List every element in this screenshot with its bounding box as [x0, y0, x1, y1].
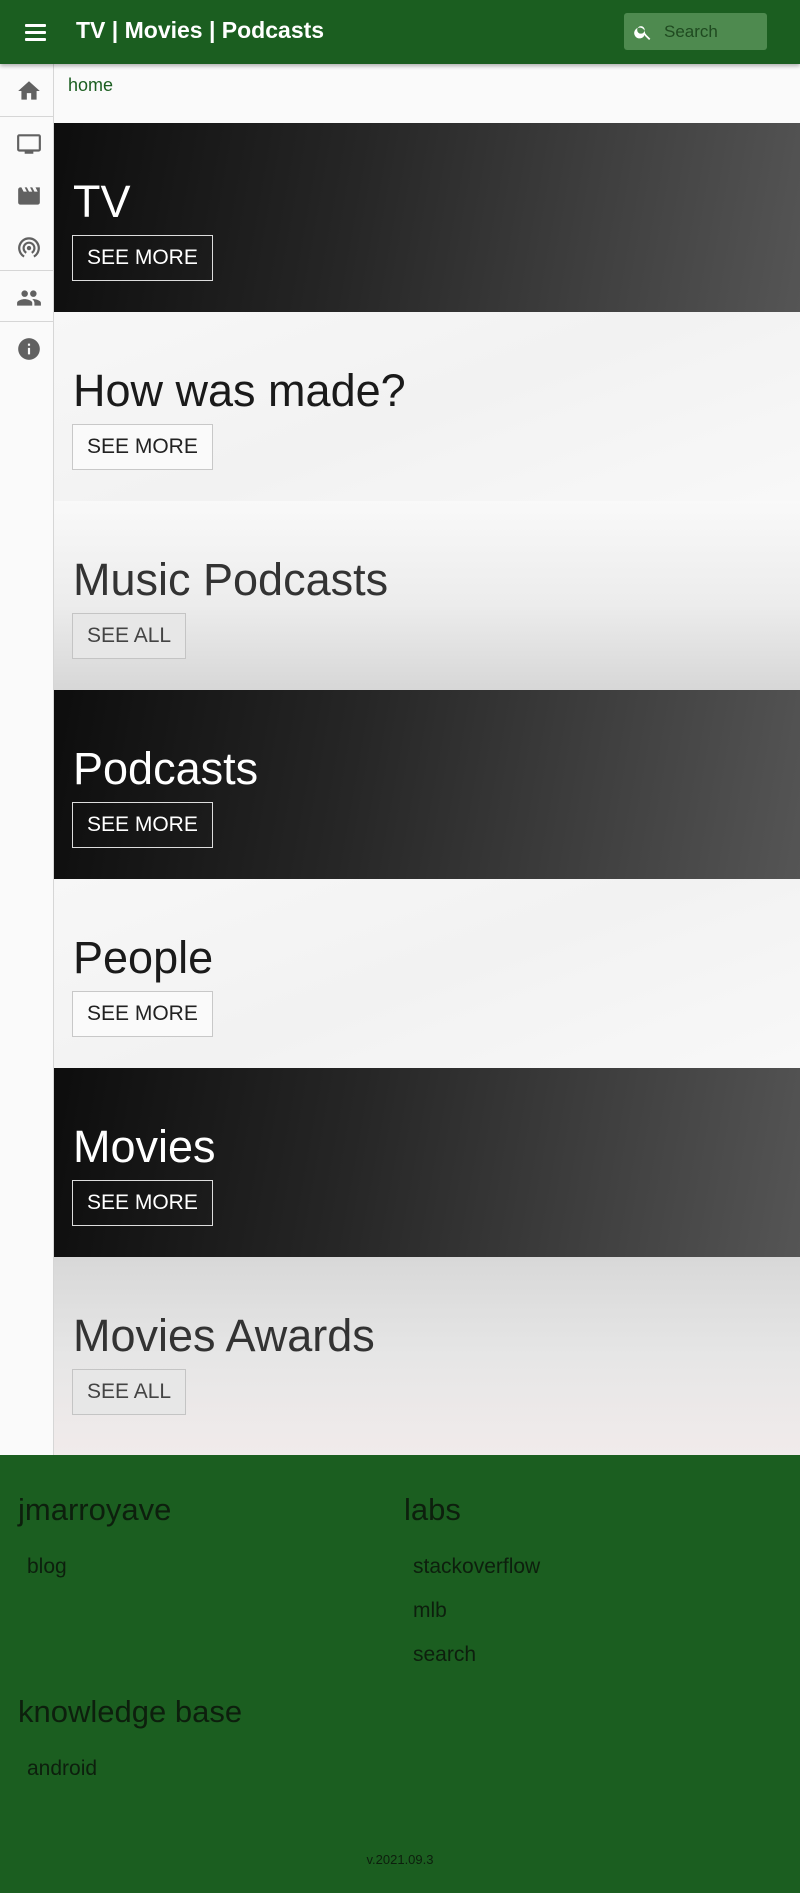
footer-heading: labs [404, 1492, 461, 1527]
footer-link-stackoverflow[interactable]: stackoverflow [413, 1555, 540, 1578]
search-box[interactable] [624, 13, 767, 50]
section-title: Movies [73, 1121, 216, 1172]
footer-column-labs: labs stackoverflow mlb search [404, 1494, 540, 1677]
rail-item-home[interactable] [0, 64, 54, 114]
footer-link-mlb[interactable]: mlb [413, 1599, 447, 1622]
app-title: TV | Movies | Podcasts [76, 17, 325, 43]
section-title: Movies Awards [73, 1310, 375, 1361]
tv-icon [17, 134, 41, 154]
footer-column-knowledge-base: knowledge base android [18, 1696, 242, 1791]
section-movies-awards: Movies Awards SEE ALL [54, 1257, 800, 1455]
movie-clapper-icon [18, 187, 40, 205]
version-label: v.2021.09.3 [366, 1852, 434, 1867]
see-more-button[interactable]: SEE MORE [72, 424, 213, 470]
section-title: People [73, 932, 214, 983]
rail-item-tv[interactable] [0, 117, 54, 167]
see-more-button[interactable]: SEE MORE [72, 802, 213, 848]
footer-link-blog[interactable]: blog [27, 1555, 67, 1578]
section-movies: Movies SEE MORE [54, 1068, 800, 1257]
footer-column-jmarroyave: jmarroyave blog [18, 1494, 171, 1589]
rail-item-podcasts[interactable] [0, 220, 54, 270]
section-title: How was made? [73, 365, 406, 416]
home-icon [18, 81, 40, 100]
section-title: Podcasts [73, 743, 259, 794]
footer-link-android[interactable]: android [27, 1757, 97, 1780]
footer-link-search[interactable]: search [413, 1643, 476, 1666]
rail-item-about[interactable] [0, 322, 54, 372]
menu-icon[interactable] [22, 20, 52, 44]
see-all-button[interactable]: SEE ALL [72, 1369, 187, 1415]
see-all-button[interactable]: SEE ALL [72, 613, 187, 659]
rail-item-movies[interactable] [0, 169, 54, 219]
app-bar: TV | Movies | Podcasts [0, 0, 800, 64]
section-title: Music Podcasts [73, 554, 389, 605]
section-how-was-made: How was made? SEE MORE [54, 312, 800, 501]
see-more-button[interactable]: SEE MORE [72, 235, 213, 281]
search-icon [634, 26, 651, 40]
footer-heading: knowledge base [18, 1694, 243, 1729]
breadcrumb-home-link[interactable]: home [68, 75, 113, 95]
see-more-button[interactable]: SEE MORE [72, 991, 213, 1037]
see-more-button[interactable]: SEE MORE [72, 1180, 213, 1226]
rail-item-people[interactable] [0, 271, 54, 321]
info-icon [18, 338, 40, 360]
section-people: People SEE MORE [54, 879, 800, 1068]
section-music-podcasts: Music Podcasts SEE ALL [54, 501, 800, 690]
footer-heading: jmarroyave [18, 1492, 172, 1527]
podcast-icon [18, 237, 40, 258]
section-tv: TV SEE MORE [54, 123, 800, 312]
nav-rail [0, 64, 54, 1455]
breadcrumb: home [68, 75, 113, 96]
people-icon [17, 290, 41, 306]
footer: jmarroyave blog labs stackoverflow mlb s… [0, 1455, 800, 1893]
section-title: TV [73, 176, 131, 227]
section-podcasts: Podcasts SEE MORE [54, 690, 800, 879]
search-input[interactable] [664, 13, 764, 50]
